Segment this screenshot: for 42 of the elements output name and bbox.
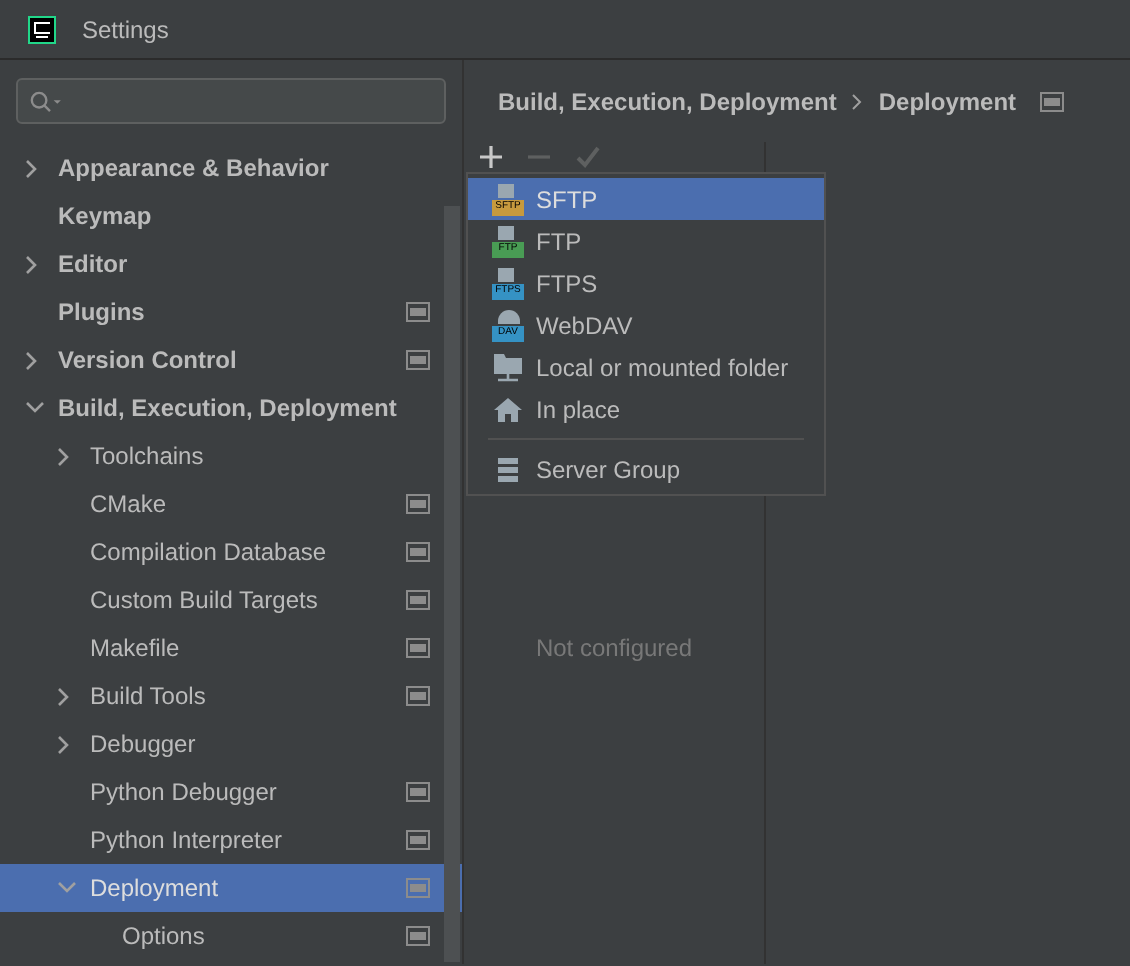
tree-item[interactable]: Build Tools xyxy=(0,672,462,720)
tree-item[interactable]: Custom Build Targets xyxy=(0,576,462,624)
home-icon xyxy=(492,393,524,425)
tree-item[interactable]: Compilation Database xyxy=(0,528,462,576)
breadcrumb-item: Build, Execution, Deployment xyxy=(498,85,837,119)
search-icon xyxy=(30,89,63,113)
menu-item[interactable]: In place xyxy=(468,388,824,430)
chevron-down-icon[interactable] xyxy=(26,402,44,414)
menu-item[interactable]: Server Group xyxy=(468,448,824,490)
chevron-right-icon[interactable] xyxy=(26,159,38,177)
tree-item[interactable]: Deployment xyxy=(0,864,462,912)
chevron-right-icon[interactable] xyxy=(58,447,70,465)
window-title: Settings xyxy=(82,13,169,47)
tree-item[interactable]: Build, Execution, Deployment xyxy=(0,384,462,432)
chevron-right-icon[interactable] xyxy=(26,351,38,369)
tree-item[interactable]: Toolchains xyxy=(0,432,462,480)
breadcrumb-item: Deployment xyxy=(878,85,1017,119)
tree-item[interactable]: CMake xyxy=(0,480,462,528)
chevron-right-icon[interactable] xyxy=(26,255,38,273)
chevron-right-icon[interactable] xyxy=(58,735,70,753)
folder-network-icon xyxy=(492,351,524,383)
tree-item[interactable]: Plugins xyxy=(0,288,462,336)
app-logo xyxy=(28,15,56,43)
tree-item[interactable]: Appearance & Behavior xyxy=(0,144,462,192)
tree-item[interactable]: Debugger xyxy=(0,720,462,768)
tree-item[interactable]: Python Interpreter xyxy=(0,816,462,864)
add-icon[interactable] xyxy=(480,145,502,167)
tree-item[interactable]: Python Debugger xyxy=(0,768,462,816)
search-field[interactable] xyxy=(16,78,446,124)
tree-item[interactable]: Makefile xyxy=(0,624,462,672)
menu-item[interactable]: Local or mounted folder xyxy=(468,346,824,388)
chevron-right-icon xyxy=(852,93,863,109)
server-stack-icon xyxy=(492,453,524,485)
checkmark-icon[interactable] xyxy=(576,145,600,167)
empty-list-text: Not configured xyxy=(535,632,693,666)
chevron-right-icon[interactable] xyxy=(58,687,70,705)
scrollbar-thumb[interactable] xyxy=(444,206,460,962)
tree-item[interactable]: Editor xyxy=(0,240,462,288)
project-level-icon xyxy=(1040,91,1065,111)
tree-item[interactable]: Version Control xyxy=(0,336,462,384)
tree-item[interactable]: Keymap xyxy=(0,192,462,240)
tree-item[interactable]: Options xyxy=(0,912,462,960)
